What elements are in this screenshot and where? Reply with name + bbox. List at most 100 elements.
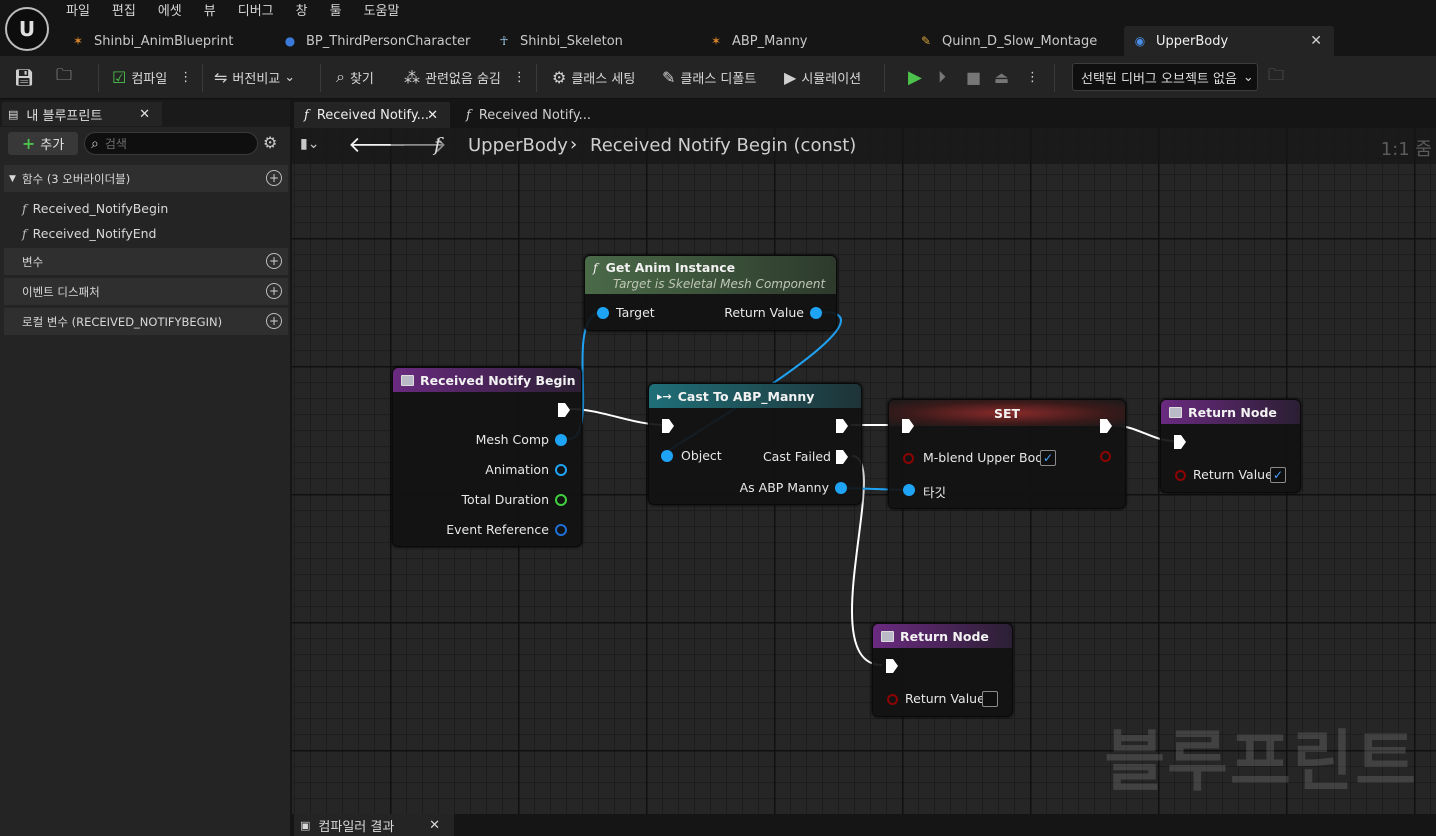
bottom-panel-strip	[292, 814, 1436, 836]
eject-button[interactable]: ⏏	[994, 56, 1014, 98]
add-variable-icon[interactable]: +	[266, 253, 282, 269]
bool-pin[interactable]	[887, 694, 898, 705]
unreal-logo-icon[interactable]: U	[5, 7, 49, 51]
search-input[interactable]: ⌕ 검색	[84, 132, 258, 155]
section-functions[interactable]: ▼ 함수 (3 오버라이더블) +	[4, 165, 288, 192]
menu-view[interactable]: 뷰	[204, 2, 216, 22]
add-dispatcher-icon[interactable]: +	[266, 283, 282, 299]
close-icon[interactable]: ✕	[1310, 33, 1322, 49]
node-get-anim-instance[interactable]: f Get Anim Instance Target is Skeletal M…	[584, 255, 837, 331]
simulation-button[interactable]: ▶ 시뮬레이션	[784, 56, 861, 98]
play-options-button[interactable]: ⋮	[1026, 56, 1039, 98]
browse-button[interactable]: 🗀︎	[56, 56, 77, 98]
more-options-icon: ⋮	[1026, 69, 1039, 85]
graph-tab-notify-end[interactable]: f Received Notify...	[456, 102, 606, 128]
gear-icon[interactable]: ⚙	[263, 133, 277, 152]
doc-tab-bp-thirdpersoncharacter[interactable]: ● BP_ThirdPersonCharacter	[282, 26, 471, 56]
compile-options-icon[interactable]: ⋮	[179, 70, 192, 85]
diff-icon: ⇋	[214, 67, 228, 87]
total-duration-pin[interactable]	[555, 494, 567, 506]
menu-file[interactable]: 파일	[66, 2, 90, 22]
object-pin[interactable]	[661, 450, 673, 462]
debug-object-select[interactable]: 선택된 디버그 오브젝트 없음 ⌄	[1072, 63, 1258, 91]
save-button[interactable]: 💾︎	[14, 56, 39, 98]
graph-tab-notify-begin[interactable]: f Received Notify... ✕	[294, 102, 450, 128]
exec-out-pin[interactable]	[1099, 418, 1113, 434]
doc-tab-shinbi-animblueprint[interactable]: ✶ Shinbi_AnimBlueprint	[70, 26, 233, 56]
close-icon[interactable]: ✕	[427, 108, 438, 123]
menu-asset[interactable]: 에셋	[158, 2, 182, 22]
node-cast-to-abp-manny[interactable]: ▸→ Cast To ABP_Manny Object Cast Failed …	[648, 383, 862, 505]
close-icon[interactable]: ✕	[429, 818, 440, 833]
class-settings-button[interactable]: ⚙ 클래스 세팅	[552, 56, 635, 98]
compile-button[interactable]: ☑ 컴파일 ⋮	[112, 56, 192, 98]
node-return-true[interactable]: Return Node Return Value ✓	[1160, 399, 1301, 493]
step-icon: ⏵	[938, 67, 947, 86]
add-local-variable-icon[interactable]: +	[266, 313, 282, 329]
class-defaults-button[interactable]: ✎ 클래스 디폴트	[662, 56, 756, 98]
doc-tab-shinbi-skeleton[interactable]: ☥ Shinbi_Skeleton	[496, 26, 623, 56]
diff-button[interactable]: ⇋ 버전비교 ⌄	[214, 56, 295, 98]
eject-icon: ⏏	[994, 67, 1010, 87]
bool-pin[interactable]	[1175, 470, 1186, 481]
node-header: ▸→ Cast To ABP_Manny	[649, 384, 861, 408]
node-set[interactable]: SET M-blend Upper Body ✓ 타깃	[888, 399, 1126, 509]
doc-tab-quinn-montage[interactable]: ✎ Quinn_D_Slow_Montage	[918, 26, 1097, 56]
target-pin[interactable]	[597, 307, 609, 319]
pin-label: Event Reference	[446, 522, 549, 537]
toolbar-divider	[98, 64, 99, 92]
exec-out-pin[interactable]	[835, 418, 849, 434]
function-item[interactable]: f Received_NotifyEnd	[22, 226, 156, 241]
target-pin[interactable]	[903, 484, 915, 496]
event-node-icon	[401, 374, 414, 386]
doc-tab-upperbody[interactable]: ◉ UpperBody ✕	[1124, 26, 1334, 56]
simulation-icon: ▶	[784, 67, 797, 87]
graph-canvas[interactable]: ▮⌄ 🡐 🡒 f UpperBody › Received Notify Beg…	[292, 128, 1436, 814]
debug-browse-button[interactable]: 🗀︎	[1268, 56, 1289, 98]
my-blueprint-tab[interactable]: ▤ 내 블루프린트 ✕	[2, 102, 162, 126]
menu-tools[interactable]: 툴	[330, 2, 342, 22]
hide-unrelated-options-icon[interactable]: ⋮	[513, 70, 526, 85]
animation-pin[interactable]	[555, 464, 567, 476]
menu-window[interactable]: 창	[296, 2, 308, 22]
exec-in-pin[interactable]	[1173, 434, 1187, 450]
add-button[interactable]: + 추가	[8, 132, 78, 155]
close-icon[interactable]: ✕	[139, 107, 150, 122]
bool-pin[interactable]	[903, 453, 914, 464]
menu-debug[interactable]: 디버그	[238, 2, 274, 22]
exec-out-pin[interactable]	[557, 402, 571, 418]
function-item[interactable]: f Received_NotifyBegin	[22, 201, 168, 216]
stop-button[interactable]: ■	[966, 56, 986, 98]
pin-label: Total Duration	[461, 492, 549, 507]
menu-edit[interactable]: 편집	[112, 2, 136, 22]
node-received-notify-begin[interactable]: Received Notify Begin Mesh Comp Animatio…	[392, 367, 582, 547]
play-button[interactable]: ▶	[908, 56, 927, 98]
m-blend-checkbox[interactable]: ✓	[1040, 450, 1056, 466]
menu-help[interactable]: 도움말	[364, 2, 400, 22]
return-value-checkbox[interactable]: ✓	[982, 691, 998, 707]
exec-in-pin[interactable]	[901, 418, 915, 434]
exec-in-pin[interactable]	[885, 658, 899, 674]
section-local-variables[interactable]: 로컬 변수 (RECEIVED_NOTIFYBEGIN) +	[4, 308, 288, 335]
hide-unrelated-icon: ⁂	[404, 67, 420, 87]
find-button[interactable]: ⌕ 찾기	[336, 56, 374, 98]
bool-out-pin[interactable]	[1100, 451, 1111, 462]
as-abp-manny-pin[interactable]	[835, 482, 847, 494]
blueprint-book-icon: ▤	[8, 107, 19, 121]
cast-failed-exec-pin[interactable]	[835, 449, 849, 465]
section-event-dispatchers[interactable]: 이벤트 디스패처 +	[4, 278, 288, 305]
doc-tab-abp-manny[interactable]: ✶ ABP_Manny	[708, 26, 808, 56]
compiler-results-tab[interactable]: ▣ 컴파일러 결과 ✕	[294, 814, 454, 836]
exec-in-pin[interactable]	[661, 418, 675, 434]
event-reference-pin[interactable]	[555, 524, 567, 536]
hide-unrelated-button[interactable]: ⁂ 관련없음 숨김 ⋮	[404, 56, 526, 98]
section-variables[interactable]: 변수 +	[4, 248, 288, 275]
return-value-pin[interactable]	[810, 307, 822, 319]
add-function-icon[interactable]: +	[266, 170, 282, 186]
mesh-comp-pin[interactable]	[555, 434, 567, 446]
anim-blueprint-icon: ✶	[710, 34, 722, 48]
step-button[interactable]: ⏵	[938, 56, 951, 98]
search-icon: ⌕	[91, 135, 99, 152]
node-return-false[interactable]: Return Node Return Value ✓	[872, 623, 1013, 717]
return-value-checkbox[interactable]: ✓	[1270, 467, 1286, 483]
